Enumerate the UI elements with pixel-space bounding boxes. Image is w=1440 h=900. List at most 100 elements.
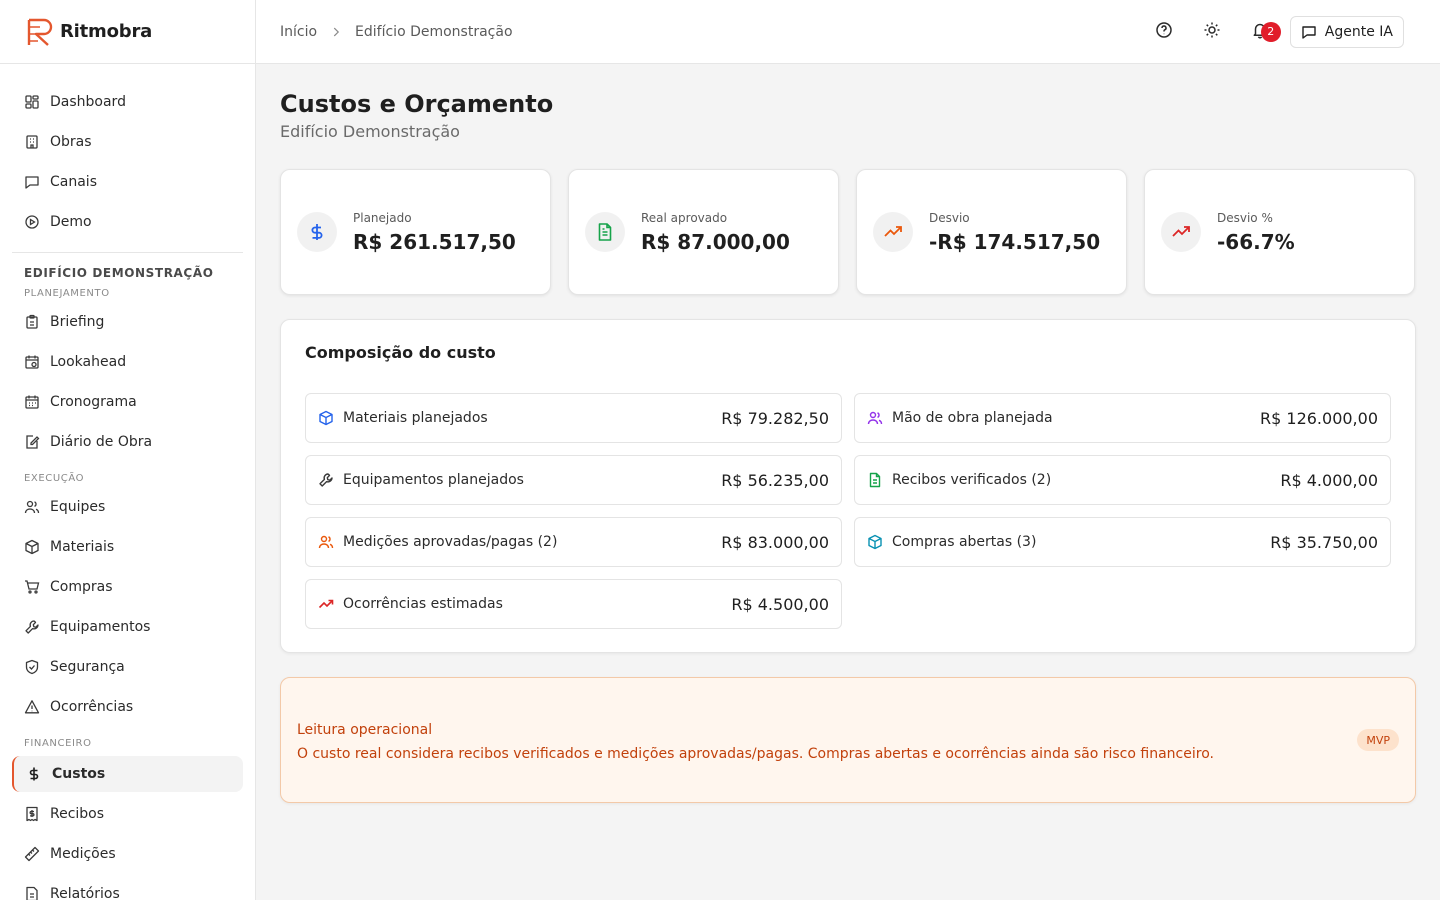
cost-row-label: Recibos verificados (2) (892, 472, 1052, 488)
sidebar-divider (12, 252, 243, 253)
cost-row-label: Ocorrências estimadas (343, 596, 503, 612)
cost-row-value: R$ 4.000,00 (1280, 470, 1378, 490)
cost-row-equipamentos: Equipamentos planejados R$ 56.235,00 (305, 455, 842, 505)
sidebar-item-label: Dashboard (50, 94, 126, 110)
message-icon (24, 174, 40, 190)
sidebar-item-label: Obras (50, 134, 92, 150)
edit-note-icon (24, 434, 40, 450)
sidebar-item-label: Ocorrências (50, 699, 134, 715)
sidebar-item-lookahead[interactable]: Lookahead (12, 342, 243, 382)
cost-composition-grid: Materiais planejados R$ 79.282,50 Mão de… (305, 393, 1391, 629)
package-icon (867, 534, 883, 550)
breadcrumb-home[interactable]: Início (280, 24, 317, 40)
sidebar-item-label: Lookahead (50, 354, 127, 370)
cost-composition-card: Composição do custo Materiais planejados… (280, 319, 1416, 653)
sidebar-item-label: Recibos (50, 806, 105, 822)
sidebar-item-medicoes[interactable]: Medições (12, 834, 243, 874)
calendar-icon (24, 394, 40, 410)
building-icon (24, 134, 40, 150)
sidebar: Ritmobra Dashboard Obras Canais Demo EDI… (0, 0, 256, 900)
main-content: Custos e Orçamento Edifício Demonstração… (280, 88, 1416, 803)
file-text-icon (867, 472, 883, 488)
sidebar-item-label: Demo (50, 214, 92, 230)
clipboard-icon (24, 314, 40, 330)
sidebar-item-canais[interactable]: Canais (12, 162, 243, 202)
group-title-execucao: EXECUÇÃO (24, 473, 85, 484)
cost-row-medicoes: Medições aprovadas/pagas (2) R$ 83.000,0… (305, 517, 842, 567)
sidebar-item-diario-de-obra[interactable]: Diário de Obra (12, 422, 243, 462)
sidebar-item-label: Diário de Obra (50, 434, 153, 450)
stat-card-desvio-percent: Desvio % -66.7% (1144, 169, 1415, 295)
stat-value: R$ 261.517,50 (353, 229, 516, 254)
sidebar-item-label: Medições (50, 846, 116, 862)
message-icon (1301, 24, 1325, 40)
package-icon (24, 539, 40, 555)
cost-row-label: Materiais planejados (343, 410, 488, 426)
sidebar-item-custos[interactable]: Custos (12, 756, 243, 792)
sidebar-item-demo[interactable]: Demo (12, 202, 243, 242)
cost-row-value: R$ 83.000,00 (721, 532, 829, 552)
stat-label: Desvio (929, 210, 970, 225)
sidebar-item-dashboard[interactable]: Dashboard (12, 82, 243, 122)
cost-row-recibos: Recibos verificados (2) R$ 4.000,00 (854, 455, 1391, 505)
operational-reading-alert: Leitura operacional O custo real conside… (280, 677, 1416, 803)
project-title: EDIFÍCIO DEMONSTRAÇÃO (24, 266, 214, 280)
sidebar-item-ocorrencias[interactable]: Ocorrências (12, 687, 243, 727)
theme-toggle-button[interactable] (1188, 12, 1236, 52)
cost-row-label: Equipamentos planejados (343, 472, 524, 488)
sidebar-item-obras[interactable]: Obras (12, 122, 243, 162)
cost-row-label: Mão de obra planejada (892, 410, 1053, 426)
sidebar-item-label: Segurança (50, 659, 125, 675)
sidebar-item-label: Custos (52, 766, 106, 782)
chevron-right-icon (329, 25, 343, 39)
file-text-icon (585, 212, 625, 252)
cost-composition-title: Composição do custo (305, 343, 496, 362)
sidebar-item-materiais[interactable]: Materiais (12, 527, 243, 567)
sidebar-item-recibos[interactable]: Recibos (12, 794, 243, 834)
cost-row-value: R$ 56.235,00 (721, 470, 829, 490)
mvp-badge: MVP (1357, 729, 1399, 751)
stat-value: -66.7% (1217, 229, 1295, 254)
sidebar-item-compras[interactable]: Compras (12, 567, 243, 607)
calendar-clock-icon (24, 354, 40, 370)
help-button[interactable] (1140, 12, 1188, 52)
notifications-button[interactable]: 2 (1236, 12, 1284, 52)
agent-ia-button[interactable]: Agente IA (1289, 15, 1404, 48)
app-name: Ritmobra (60, 21, 153, 42)
sidebar-item-cronograma[interactable]: Cronograma (12, 382, 243, 422)
dollar-icon (297, 212, 337, 252)
cost-row-value: R$ 35.750,00 (1270, 532, 1378, 552)
stat-value: R$ 87.000,00 (641, 229, 790, 254)
notification-badge: 2 (1260, 21, 1281, 42)
wrench-icon (318, 472, 334, 488)
sidebar-item-equipes[interactable]: Equipes (12, 487, 243, 527)
dashboard-icon (24, 94, 40, 110)
stat-card-real-aprovado: Real aprovado R$ 87.000,00 (568, 169, 839, 295)
sidebar-item-label: Equipes (50, 499, 106, 515)
agent-ia-label: Agente IA (1324, 23, 1393, 40)
cart-icon (24, 579, 40, 595)
sidebar-item-relatorios[interactable]: Relatórios (12, 874, 243, 900)
stat-label: Desvio % (1217, 210, 1273, 225)
trending-up-icon (873, 212, 913, 252)
stats-row: Planejado R$ 261.517,50 Real aprovado R$… (280, 169, 1416, 295)
trending-up-icon (318, 596, 334, 612)
sidebar-item-equipamentos[interactable]: Equipamentos (12, 607, 243, 647)
trending-up-icon (1161, 212, 1201, 252)
wrench-icon (24, 619, 40, 635)
cost-row-label: Medições aprovadas/pagas (2) (343, 534, 558, 550)
stat-value: -R$ 174.517,50 (929, 229, 1101, 254)
ruler-icon (24, 846, 40, 862)
group-title-planejamento: PLANEJAMENTO (24, 288, 110, 299)
sidebar-item-briefing[interactable]: Briefing (12, 302, 243, 342)
dollar-icon (26, 766, 42, 782)
users-icon (318, 534, 334, 550)
logo[interactable]: Ritmobra (0, 0, 255, 64)
cost-row-materiais: Materiais planejados R$ 79.282,50 (305, 393, 842, 443)
cost-row-ocorrencias: Ocorrências estimadas R$ 4.500,00 (305, 579, 842, 629)
stat-card-desvio: Desvio -R$ 174.517,50 (856, 169, 1127, 295)
sidebar-item-seguranca[interactable]: Segurança (12, 647, 243, 687)
group-title-financeiro: FINANCEIRO (24, 738, 92, 749)
sidebar-item-label: Cronograma (50, 394, 137, 410)
breadcrumb-current: Edifício Demonstração (355, 23, 513, 40)
